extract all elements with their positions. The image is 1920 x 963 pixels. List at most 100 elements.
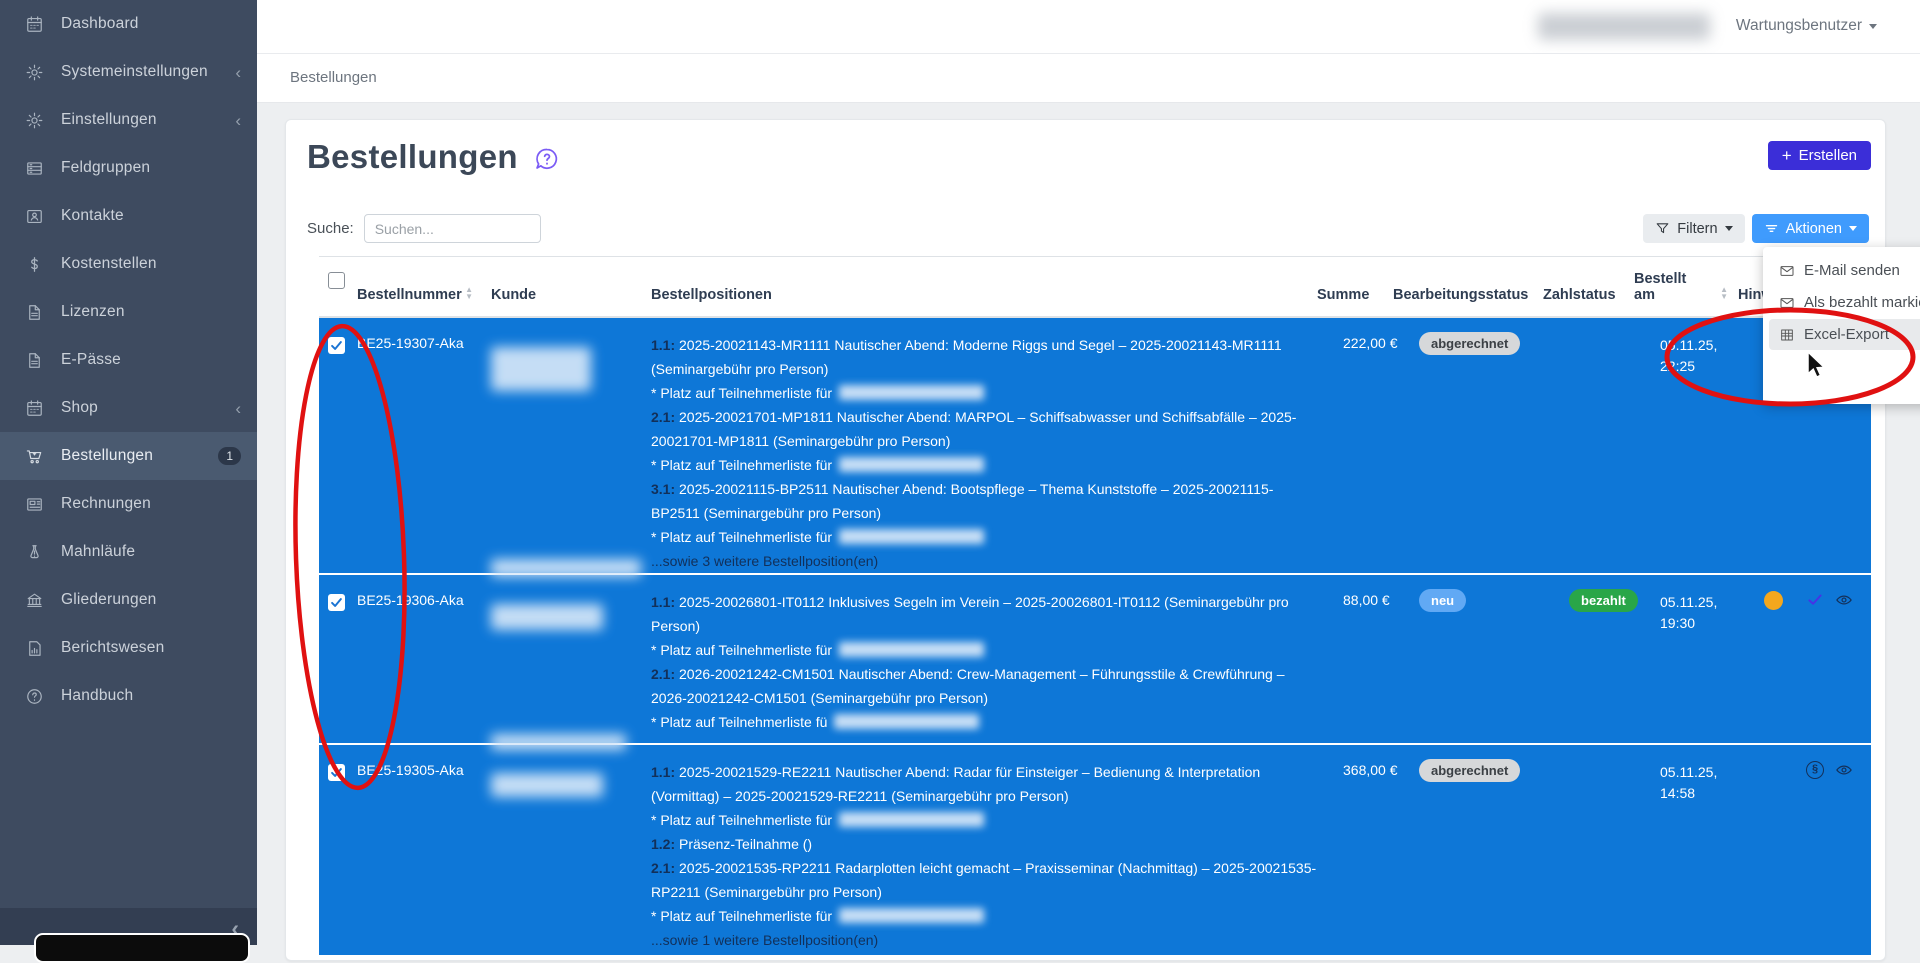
sidebar-item-label: Einstellungen: [61, 111, 157, 129]
breadcrumb: Bestellungen: [290, 69, 377, 86]
plus-icon: +: [1782, 147, 1792, 164]
sidebar-item-label: Systemeinstellungen: [61, 63, 208, 81]
help-bubble-icon[interactable]: [533, 146, 561, 174]
table-body: BE25-19307-Aka1.1: 2025-20021143-MR1111 …: [319, 318, 1871, 955]
redacted-customer: [491, 559, 641, 577]
sidebar-item-label: Kontakte: [61, 207, 124, 225]
customer-cell: [491, 758, 651, 955]
sidebar-item-handbuch[interactable]: Handbuch: [0, 672, 257, 720]
sidebar-item-rechnungen[interactable]: Rechnungen: [0, 480, 257, 528]
col-header-label: Zahlstatus: [1543, 287, 1616, 303]
row-checkbox[interactable]: [328, 594, 345, 611]
sidebar-item-label: E-Pässe: [61, 351, 121, 369]
col-header-kunde[interactable]: Kunde: [491, 287, 651, 316]
menu-item-label: Als bezahlt markieren: [1804, 294, 1920, 311]
row-checkbox[interactable]: [328, 337, 345, 354]
sidebar-item-label: Gliederungen: [61, 591, 156, 609]
eye-icon[interactable]: [1835, 761, 1853, 779]
sidebar-item-gliederungen[interactable]: Gliederungen: [0, 576, 257, 624]
redacted-participant: [839, 529, 984, 544]
sidebar-item-kostenstellen[interactable]: Kostenstellen: [0, 240, 257, 288]
bottom-overlay-box: [34, 933, 250, 963]
invoice-icon: [24, 494, 44, 514]
order-sum: 222,00 €: [1343, 331, 1419, 573]
sidebar-item-shop[interactable]: Shop‹: [0, 384, 257, 432]
table-row[interactable]: BE25-19305-Aka1.1: 2025-20021529-RE2211 …: [319, 743, 1871, 955]
table-row[interactable]: BE25-19307-Aka1.1: 2025-20021143-MR1111 …: [319, 318, 1871, 573]
sidebar-nav: Dashboard Systemeinstellungen ‹ Einstellung…: [0, 0, 257, 945]
sidebar-item-label: Lizenzen: [61, 303, 125, 321]
funnel-icon: [1655, 221, 1670, 236]
col-header-label: Bestellpositionen: [651, 287, 772, 303]
sidebar-item-label: Handbuch: [61, 687, 133, 705]
menu-item-label: E-Mail senden: [1804, 262, 1900, 279]
sidebar-item-feldgruppen[interactable]: Feldgruppen: [0, 144, 257, 192]
page-title: Bestellungen: [307, 138, 518, 176]
col-header-bestellnummer[interactable]: Bestellnummer▲▼: [357, 287, 491, 316]
paragraph-circle-icon[interactable]: §: [1806, 761, 1824, 779]
filter-list-icon: [1764, 221, 1779, 236]
sidebar-item-label: Rechnungen: [61, 495, 151, 513]
col-header-bestellt-am[interactable]: Bestellt am▲▼: [1634, 271, 1710, 316]
order-sum: 368,00 €: [1343, 758, 1419, 955]
ordered-at: 05.11.25, 22:25: [1660, 331, 1736, 573]
hint-cell: §: [1736, 758, 1871, 955]
col-header-summe[interactable]: Summe: [1317, 287, 1393, 316]
sort-arrows-icon[interactable]: ▲▼: [465, 286, 473, 300]
redacted-customer: [491, 773, 603, 797]
col-header-zahlstatus[interactable]: Zahlstatus: [1543, 287, 1634, 316]
sidebar-item-e-p-sse[interactable]: E-Pässe: [0, 336, 257, 384]
sidebar-item-label: Bestellungen: [61, 447, 153, 465]
rows-icon: [24, 158, 44, 178]
sidebar-item-systemeinstellungen[interactable]: Systemeinstellungen ‹: [0, 48, 257, 96]
menu-item-e-mail-senden[interactable]: E-Mail senden: [1769, 255, 1920, 286]
menu-item-als-bezahlt-markieren[interactable]: Als bezahlt markieren: [1769, 287, 1920, 318]
hint-cell: [1736, 588, 1871, 743]
dollar-icon: [24, 254, 44, 274]
eye-icon[interactable]: [1835, 591, 1853, 609]
chevron-left-icon: ‹: [235, 64, 241, 81]
chevron-left-icon: ‹: [235, 400, 241, 417]
order-positions: 1.1: 2025-20026801-IT0112 Inklusives Seg…: [651, 588, 1343, 743]
processing-status-cell: neu: [1419, 588, 1569, 743]
col-header-label: Summe: [1317, 287, 1369, 303]
payment-status-cell: [1569, 331, 1660, 573]
gear-icon: [24, 110, 44, 130]
row-checkbox[interactable]: [328, 764, 345, 781]
select-all-checkbox[interactable]: [328, 272, 345, 289]
more-positions-link[interactable]: ...sowie 3 weitere Bestellposition(en): [651, 549, 1317, 573]
create-button[interactable]: + Erstellen: [1768, 141, 1871, 170]
redacted-customer: [491, 347, 591, 391]
sidebar-item-dashboard[interactable]: Dashboard: [0, 0, 257, 48]
orders-table: Bestellnummer▲▼KundeBestellpositionen Sum…: [319, 256, 1871, 955]
payment-status-cell: bezahlt: [1569, 588, 1660, 743]
sidebar-item-bestellungen[interactable]: Bestellungen1: [0, 432, 257, 480]
search-input[interactable]: [364, 214, 541, 243]
col-header-bearbeitungsstatus[interactable]: Bearbeitungsstatus: [1393, 287, 1543, 316]
processing-status-cell: abgerechnet: [1419, 331, 1569, 573]
table-row[interactable]: BE25-19306-Aka1.1: 2025-20026801-IT0112 …: [319, 573, 1871, 743]
redacted-user-info: [1538, 13, 1710, 40]
sidebar-item-berichtswesen[interactable]: Berichtswesen: [0, 624, 257, 672]
sidebar-item-label: Feldgruppen: [61, 159, 150, 177]
menu-item-excel-export[interactable]: Excel-Export: [1769, 319, 1920, 350]
search-label: Suche:: [307, 220, 354, 237]
check-icon[interactable]: [1806, 591, 1824, 609]
envelope-icon: [1779, 295, 1795, 311]
sidebar-item-einstellungen[interactable]: Einstellungen‹: [0, 96, 257, 144]
sidebar-item-mahnl-ufe[interactable]: Mahnläufe: [0, 528, 257, 576]
order-positions: 1.1: 2025-20021529-RE2211 Nautischer Abe…: [651, 758, 1343, 955]
filter-button[interactable]: Filtern: [1643, 214, 1744, 243]
gear-icon: [24, 62, 44, 82]
actions-button[interactable]: Aktionen: [1752, 214, 1869, 243]
topbar: Wartungsbenutzer: [257, 0, 1920, 54]
sidebar-item-label: Kostenstellen: [61, 255, 157, 273]
question-icon: [24, 686, 44, 706]
cart-icon: [24, 446, 44, 466]
user-menu[interactable]: Wartungsbenutzer: [1736, 17, 1877, 35]
col-header-bestellpositionen[interactable]: Bestellpositionen: [651, 287, 1317, 316]
more-positions-link[interactable]: ...sowie 1 weitere Bestellposition(en): [651, 928, 1317, 952]
alert-icon: [24, 542, 44, 562]
sidebar-item-lizenzen[interactable]: Lizenzen: [0, 288, 257, 336]
sidebar-item-kontakte[interactable]: Kontakte: [0, 192, 257, 240]
